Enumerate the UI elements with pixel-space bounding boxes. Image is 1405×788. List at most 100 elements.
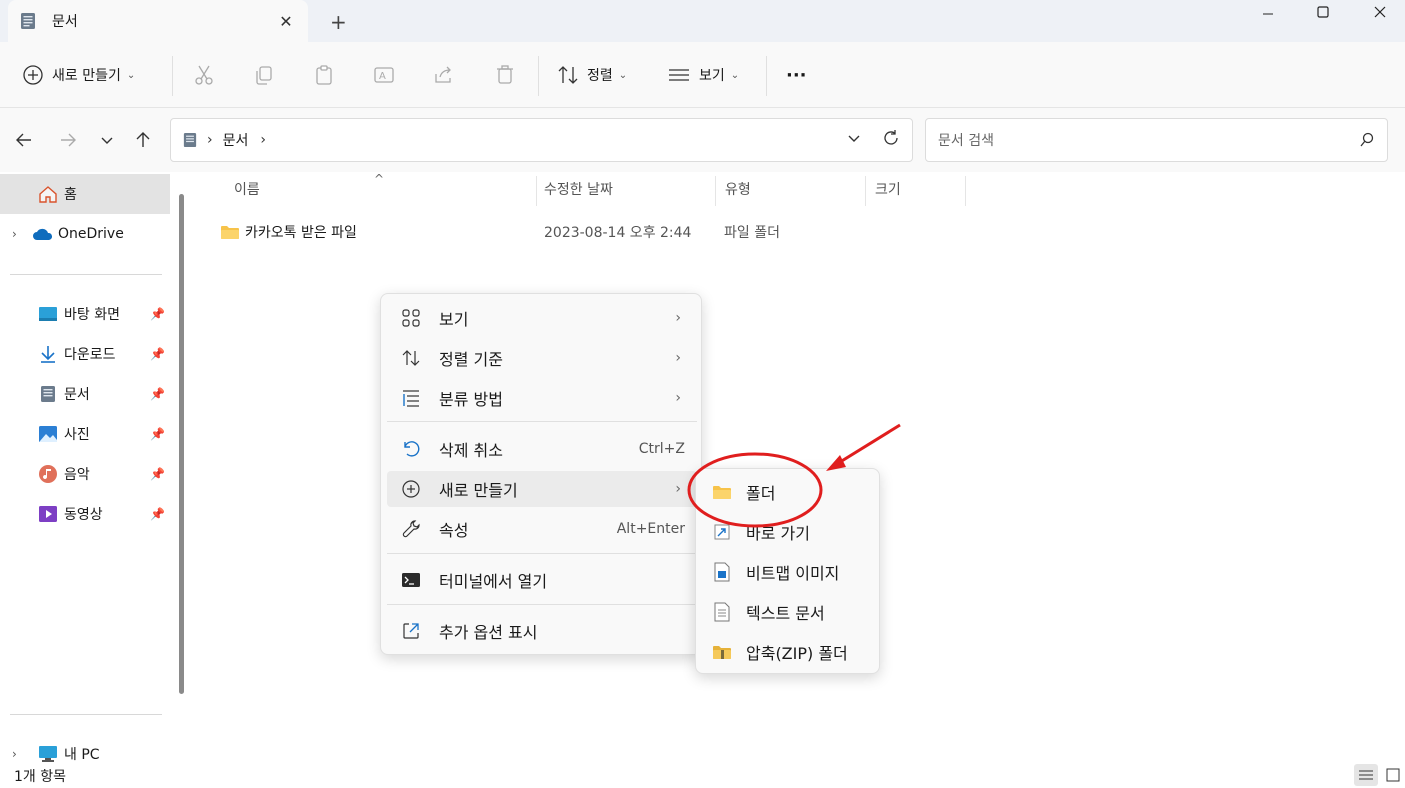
breadcrumb-separator-icon[interactable]: › — [260, 132, 266, 148]
sidebar-item-music[interactable]: 음악 📌 — [0, 454, 170, 494]
column-divider[interactable] — [536, 176, 537, 206]
menu-item-label: 보기 — [439, 310, 469, 329]
menu-item-group-by[interactable]: 분류 방법 › — [387, 380, 697, 416]
details-view-button[interactable] — [1354, 764, 1378, 786]
pin-icon[interactable]: 📌 — [150, 507, 165, 521]
submenu-arrow-icon: › — [675, 390, 681, 406]
cut-button[interactable] — [193, 42, 215, 108]
address-dropdown-icon[interactable] — [846, 130, 862, 150]
rename-button[interactable]: A — [373, 42, 395, 108]
documents-icon — [38, 384, 58, 404]
new-button[interactable]: 새로 만들기 ⌄ — [22, 42, 135, 108]
menu-item-view[interactable]: 보기 › — [387, 300, 697, 336]
recent-locations-button[interactable] — [95, 128, 119, 152]
sidebar-item-onedrive[interactable]: › OneDrive — [0, 214, 170, 254]
tab-documents[interactable]: 문서 ✕ — [8, 0, 308, 42]
menu-divider — [387, 421, 697, 422]
sort-icon — [399, 346, 423, 370]
menu-item-new[interactable]: 새로 만들기 › — [387, 471, 697, 507]
shortcut-icon — [712, 522, 732, 542]
pin-icon[interactable]: 📌 — [150, 347, 165, 361]
expand-chevron-icon[interactable]: › — [12, 227, 32, 241]
submenu-item-shortcut[interactable]: 바로 가기 — [702, 514, 874, 550]
wrench-icon — [399, 517, 423, 541]
arrow-up-icon — [136, 132, 150, 147]
column-header-size[interactable]: 크기 — [875, 172, 901, 206]
sidebar-item-pictures[interactable]: 사진 📌 — [0, 414, 170, 454]
search-input[interactable]: 문서 검색 — [938, 130, 1359, 150]
sidebar-item-documents[interactable]: 문서 📌 — [0, 374, 170, 414]
submenu-item-text-document[interactable]: 텍스트 문서 — [702, 594, 874, 630]
pin-icon[interactable]: 📌 — [150, 467, 165, 481]
forward-button[interactable] — [56, 128, 80, 152]
submenu-item-bitmap[interactable]: 비트맵 이미지 — [702, 554, 874, 590]
sidebar-item-downloads[interactable]: 다운로드 📌 — [0, 334, 170, 374]
documents-icon — [21, 13, 35, 29]
file-row[interactable]: 카카오톡 받은 파일 2023-08-14 오후 2:44 파일 폴더 — [212, 216, 972, 248]
search-icon — [1360, 132, 1374, 147]
delete-button[interactable] — [494, 42, 516, 108]
pin-icon[interactable]: 📌 — [150, 307, 165, 321]
sidebar-item-home[interactable]: 홈 — [0, 174, 170, 214]
tab-close-icon[interactable]: ✕ — [276, 12, 296, 31]
menu-item-label: 속성 — [439, 521, 469, 540]
zip-folder-icon — [712, 642, 732, 662]
address-bar[interactable]: › 문서 › — [170, 118, 913, 162]
chevron-down-icon: ⌄ — [618, 69, 628, 81]
minimize-button[interactable] — [1245, 0, 1291, 24]
expand-chevron-icon[interactable]: › — [12, 747, 38, 761]
menu-item-properties[interactable]: 속성 Alt+Enter — [387, 511, 697, 547]
sidebar-item-label: 바탕 화면 — [64, 307, 120, 323]
menu-item-label: 분류 방법 — [439, 390, 503, 409]
status-bar: 1개 항목 — [0, 762, 1405, 788]
submenu-item-label: 바로 가기 — [746, 524, 810, 543]
sidebar-divider — [10, 274, 162, 275]
breadcrumb-separator-icon[interactable]: › — [207, 132, 213, 148]
refresh-icon[interactable] — [882, 129, 900, 151]
column-divider[interactable] — [965, 176, 966, 206]
share-button[interactable] — [433, 42, 455, 108]
submenu-arrow-icon: › — [675, 310, 681, 326]
pin-icon[interactable]: 📌 — [150, 387, 165, 401]
toolbar-divider — [766, 56, 767, 96]
pc-icon — [38, 744, 58, 764]
menu-item-show-more-options[interactable]: 추가 옵션 표시 — [387, 613, 697, 649]
maximize-button[interactable] — [1300, 0, 1346, 24]
menu-item-sort-by[interactable]: 정렬 기준 › — [387, 340, 697, 376]
sort-button[interactable]: 정렬 ⌄ — [557, 42, 627, 108]
submenu-item-zip-folder[interactable]: 압축(ZIP) 폴더 — [702, 634, 874, 670]
file-name[interactable]: 카카오톡 받은 파일 — [245, 216, 357, 248]
music-icon — [38, 464, 58, 484]
up-button[interactable] — [131, 128, 155, 152]
sidebar-scrollbar[interactable] — [179, 194, 184, 694]
copy-icon — [256, 66, 272, 85]
paste-button[interactable] — [313, 42, 335, 108]
new-button-label: 새로 만들기 — [52, 68, 121, 84]
pin-icon[interactable]: 📌 — [150, 427, 165, 441]
sort-label: 정렬 — [587, 68, 613, 84]
navigation-pane: 홈 › OneDrive 바탕 화면 📌 다운로드 📌 문서 📌 사진 📌 음악… — [0, 172, 190, 764]
menu-item-shortcut: Ctrl+Z — [638, 441, 685, 457]
column-header-name[interactable]: 이름 — [234, 172, 260, 206]
submenu-item-folder[interactable]: 폴더 — [702, 474, 874, 510]
back-button[interactable] — [12, 128, 36, 152]
menu-divider — [387, 604, 697, 605]
title-bar: 문서 ✕ + — [0, 0, 1405, 42]
view-label: 보기 — [699, 68, 725, 84]
search-box[interactable]: 문서 검색 — [925, 118, 1388, 162]
column-divider[interactable] — [865, 176, 866, 206]
new-tab-button[interactable]: + — [330, 10, 347, 34]
column-header-modified[interactable]: 수정한 날짜 — [544, 172, 613, 206]
more-options-button[interactable]: ··· — [786, 42, 807, 108]
breadcrumb-documents[interactable]: 문서 — [223, 130, 249, 150]
sidebar-item-desktop[interactable]: 바탕 화면 📌 — [0, 294, 170, 334]
menu-item-undo-delete[interactable]: 삭제 취소 Ctrl+Z — [387, 431, 697, 467]
menu-item-open-terminal[interactable]: 터미널에서 열기 — [387, 562, 697, 598]
close-window-button[interactable] — [1357, 0, 1403, 24]
column-header-type[interactable]: 유형 — [725, 172, 751, 206]
copy-button[interactable] — [253, 42, 275, 108]
sidebar-item-videos[interactable]: 동영상 📌 — [0, 494, 170, 534]
tiles-view-button[interactable] — [1381, 764, 1405, 786]
column-divider[interactable] — [715, 176, 716, 206]
view-button[interactable]: 보기 ⌄ — [667, 42, 739, 108]
